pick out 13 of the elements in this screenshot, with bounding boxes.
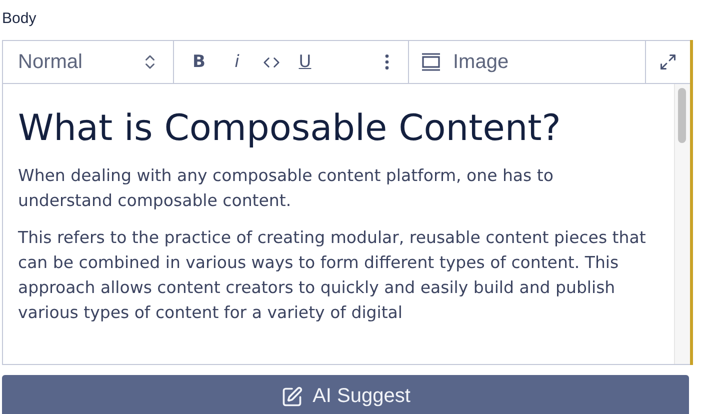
image-frame-icon: [421, 53, 441, 71]
content-paragraph: When dealing with any composable content platform, one has to understand composable content.: [18, 165, 554, 212]
format-button[interactable]: U: [286, 47, 324, 77]
format-button[interactable]: B: [180, 47, 218, 77]
image-button[interactable]: Image: [409, 41, 509, 83]
field-label: Body: [2, 10, 38, 27]
content-heading: What is Composable Content?: [18, 108, 562, 149]
block-style-select[interactable]: Normal: [3, 41, 173, 83]
ai-suggest-button[interactable]: AI Suggest: [2, 375, 689, 414]
edit-icon: [280, 386, 303, 408]
format-button[interactable]: i: [218, 47, 256, 77]
scrollbar[interactable]: [674, 84, 690, 364]
content-paragraph: This refers to the practice of creating modular, reusable content pieces that can be combined in various ways to form different types of content. This approach allows content creators to quickly and easily build and publish various types of content for a variety of digital: [18, 227, 647, 324]
